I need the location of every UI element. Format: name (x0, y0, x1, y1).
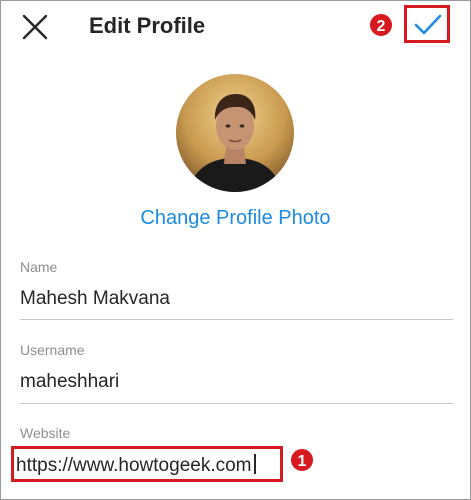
profile-avatar[interactable] (176, 74, 294, 192)
website-field[interactable]: https://www.howtogeek.com (16, 454, 256, 477)
username-field[interactable]: maheshhari (20, 371, 119, 393)
text-cursor (253, 454, 256, 474)
step-1-badge: 1 (289, 447, 315, 473)
username-label: Username (20, 342, 85, 358)
done-button[interactable] (404, 5, 450, 43)
website-value: https://www.howtogeek.com (16, 455, 252, 476)
step-2-badge: 2 (368, 12, 394, 38)
page-title: Edit Profile (89, 13, 206, 38)
username-divider (20, 403, 453, 404)
name-field[interactable]: Mahesh Makvana (20, 288, 170, 310)
top-bar: Edit Profile 2 (0, 0, 471, 52)
name-divider (20, 319, 453, 320)
change-profile-photo-link[interactable]: Change Profile Photo (0, 207, 471, 230)
close-button[interactable] (18, 10, 52, 44)
name-label: Name (20, 259, 58, 275)
profile-photo-image (176, 74, 294, 192)
checkmark-icon (414, 14, 442, 35)
website-label: Website (20, 425, 71, 441)
close-icon (22, 14, 48, 40)
